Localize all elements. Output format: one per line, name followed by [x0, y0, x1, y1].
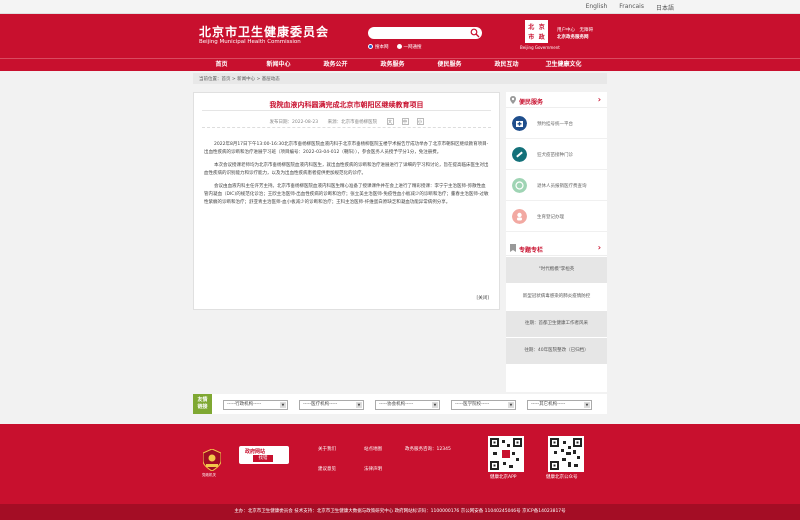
search-icon[interactable]	[470, 28, 480, 38]
coin-icon	[512, 178, 527, 193]
select-admin-orgs[interactable]: -----行政机构----- ▼	[223, 400, 288, 410]
seal-caption: Beijing Government	[520, 45, 560, 50]
service-item[interactable]: 预约挂号统一平台	[506, 108, 607, 139]
qr-app-caption: 健康北京APP	[490, 475, 517, 480]
chevron-down-icon: ▼	[432, 402, 438, 408]
footer-link-sitemap[interactable]: 站点地图	[364, 446, 382, 452]
location-pin-icon	[510, 96, 516, 104]
footer-link-about[interactable]: 关于我们	[318, 446, 336, 452]
party-gov-emblem-icon[interactable]	[203, 449, 221, 471]
syringe-icon	[512, 147, 527, 162]
search-scope-site[interactable]: 搜本网	[368, 44, 389, 50]
breadcrumb[interactable]: 当前位置：首页 > 新闻中心 > 基层动态	[193, 73, 607, 84]
select-other-orgs[interactable]: -----其它机构----- ▼	[527, 400, 592, 410]
publish-date: 发布日期：2022-08-23	[269, 120, 319, 125]
nav-home[interactable]: 首页	[193, 59, 250, 71]
article-meta: 发布日期：2022-08-23 来源：北京市垂杨柳医院 大中小	[194, 118, 499, 125]
font-small-button[interactable]: 小	[416, 118, 424, 125]
baby-icon	[512, 209, 527, 224]
site-header: 北京市卫生健康委员会 Beijing Municipal Health Comm…	[0, 14, 800, 58]
chevron-right-icon[interactable]: ›	[598, 244, 601, 252]
search-scope-options: 搜本网 一网通搜	[368, 44, 422, 50]
nav-news[interactable]: 新闻中心	[250, 59, 307, 71]
article-paragraph: 2022年8月17日下午13:00-16:30北京市垂杨柳医院血液内科于北京市垂…	[204, 142, 489, 155]
site-title-cn[interactable]: 北京市卫生健康委员会	[199, 23, 329, 40]
chevron-down-icon: ▼	[356, 402, 362, 408]
qr-wechat-caption: 健康北京公众号	[546, 475, 578, 480]
footer-link-legal[interactable]: 法律声明	[364, 466, 382, 472]
font-large-button[interactable]: 大	[386, 118, 394, 125]
search-scope-all[interactable]: 一网通搜	[396, 44, 422, 50]
nav-open-gov[interactable]: 政务公开	[307, 59, 364, 71]
chevron-down-icon: ▼	[280, 402, 286, 408]
feature-banner[interactable]: "时代楷模"李桓英	[506, 257, 607, 283]
nav-gov-service[interactable]: 政务服务	[364, 59, 421, 71]
nav-interaction[interactable]: 政民互动	[478, 59, 535, 71]
hospital-icon	[512, 116, 527, 131]
lang-japanese-link[interactable]: 日本語	[656, 3, 674, 12]
article-title: 我院血液内科圆满完成北京市朝阳区继续教育项目	[269, 101, 424, 109]
service-panel-header[interactable]: 便民服务 ›	[506, 92, 607, 108]
chevron-right-icon[interactable]: ›	[598, 96, 601, 104]
lang-french-link[interactable]: Francais	[619, 3, 644, 12]
divider	[202, 110, 491, 111]
chevron-down-icon: ▼	[508, 402, 514, 408]
nav-culture[interactable]: 卫生健康文化	[535, 59, 592, 71]
article-source: 来源：北京市垂杨柳医院	[327, 120, 378, 125]
friendly-links-bar: 友情 链接 -----行政机构----- ▼ -----医疗机构----- ▼ ---…	[193, 394, 607, 414]
top-utility-bar: English Francais 日本語	[0, 0, 800, 14]
right-sidebar: 便民服务 › 预约挂号统一平台 狂犬疫苗接种门诊 退休人员报销医疗费查询 生育登…	[506, 92, 607, 392]
nav-public-service[interactable]: 便民服务	[421, 59, 478, 71]
beijing-gov-seal-icon[interactable]: 北京 市政	[525, 20, 548, 43]
service-item[interactable]: 狂犬疫苗接种门诊	[506, 139, 607, 170]
main-nav: 首页 新闻中心 政务公开 政务服务 便民服务 政民互动 卫生健康文化	[0, 58, 800, 71]
radio-selected-icon	[368, 44, 373, 49]
feature-banner[interactable]: 往期：首都卫生健康工作者风采	[506, 311, 607, 337]
emblem-caption: 党政机关	[202, 473, 216, 477]
chevron-down-icon: ▼	[584, 402, 590, 408]
gov-service-links[interactable]: 用户中心 无障碍 北京政务服务网	[557, 27, 593, 41]
footer-link-feedback[interactable]: 建议意见	[318, 466, 336, 472]
select-medical-schools[interactable]: -----医学院校----- ▼	[451, 400, 516, 410]
gov-site-error-report-badge[interactable]: 政府网站 找错	[239, 446, 289, 464]
divider	[202, 127, 491, 128]
service-item[interactable]: 生育登记办理	[506, 201, 607, 232]
friendly-links-label: 友情 链接	[193, 394, 212, 414]
footer-hotline: 政务服务咨询：12345	[405, 447, 451, 452]
site-footer: 党政机关 政府网站 找错 关于我们 站点地图 政务服务咨询：12345 建议意见…	[0, 424, 800, 504]
language-links: English Francais 日本語	[586, 3, 674, 12]
article-paragraph: 本次会议授课老师均为北京市垂杨柳医院血液内科医生，就出血性疾病的诊断和治疗进展进…	[204, 163, 489, 176]
qr-code-wechat-icon	[548, 436, 584, 472]
footer-copyright: 主办：北京市卫生健康委员会 技术支持：北京市卫生健康大数据与政策研究中心 政府网…	[0, 504, 800, 520]
tag-icon	[510, 244, 516, 252]
feature-panel-title: 专题专栏	[519, 247, 544, 254]
article-body: 2022年8月17日下午13:00-16:30北京市垂杨柳医院血液内科于北京市垂…	[204, 141, 489, 212]
service-panel-title: 便民服务	[519, 99, 544, 106]
font-medium-button[interactable]: 中	[401, 118, 409, 125]
feature-banner[interactable]: 往期：40年医院整改（已归档）	[506, 338, 607, 364]
close-link[interactable]: [关闭]	[476, 295, 489, 301]
article-paragraph: 会议由血液内科主任许芳主持。北京市垂杨柳医院血液内科医生精心准备了授课课件并在会…	[204, 184, 489, 205]
select-medical-orgs[interactable]: -----医疗机构----- ▼	[299, 400, 364, 410]
service-item[interactable]: 退休人员报销医疗费查询	[506, 170, 607, 201]
feature-panel-header[interactable]: 专题专栏 ›	[506, 240, 607, 256]
article-panel: 我院血液内科圆满完成北京市朝阳区继续教育项目 发布日期：2022-08-23 来…	[193, 92, 500, 310]
select-associations[interactable]: -----协会机构----- ▼	[375, 400, 440, 410]
feature-banner[interactable]: 新型冠状病毒感染的肺炎疫情防控	[506, 284, 607, 310]
search-input[interactable]	[368, 27, 482, 39]
lang-english-link[interactable]: English	[586, 3, 608, 12]
qr-code-app-icon	[488, 436, 524, 472]
site-title-en: Beijing Municipal Health Commission	[199, 39, 301, 45]
radio-icon	[396, 44, 402, 49]
